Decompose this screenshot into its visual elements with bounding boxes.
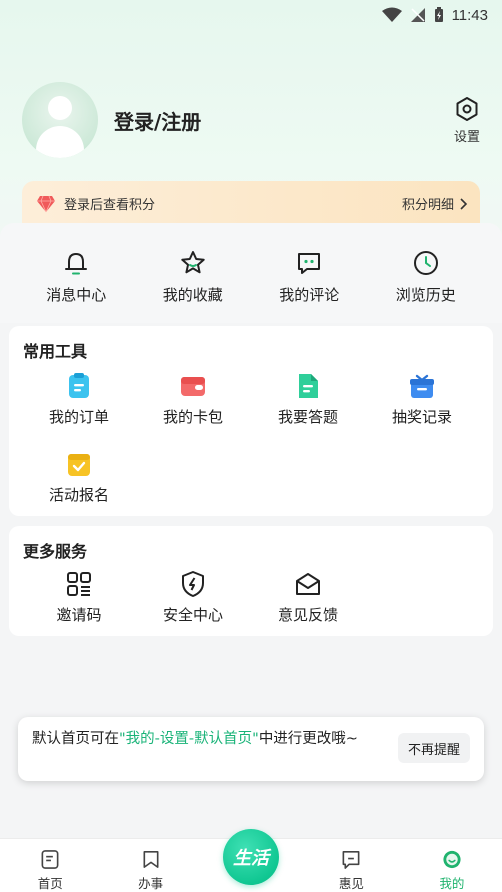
profile-section[interactable]: 登录/注册 <box>22 82 201 158</box>
services-card: 更多服务 邀请码 安全中心 意见反馈 <box>9 526 493 636</box>
wifi-icon <box>381 7 402 22</box>
bell-icon <box>65 253 88 275</box>
tool-item-label: 活动报名 <box>48 486 109 504</box>
tip-text-after: 中进行更改哦~ <box>258 731 358 747</box>
quick-actions: 消息中心 我的收藏 我的评论 浏览历史 <box>0 223 502 323</box>
envelope-icon <box>296 573 320 595</box>
tab-home[interactable]: 首页 <box>0 839 100 892</box>
settings-label: 设置 <box>453 130 480 145</box>
quick-item-history[interactable]: 浏览历史 <box>368 249 485 323</box>
points-detail-link[interactable]: 积分明细 <box>402 194 468 213</box>
grid-icon <box>67 572 91 596</box>
tab-life[interactable]: 生活 <box>201 829 301 892</box>
tab-services[interactable]: 办事 <box>100 839 200 892</box>
signal-icon <box>410 8 425 22</box>
diamond-icon <box>37 195 55 212</box>
quick-item-label: 我的收藏 <box>162 286 223 304</box>
chat-icon <box>342 851 360 869</box>
clock-icon <box>413 251 438 275</box>
service-item-label: 邀请码 <box>56 606 102 624</box>
home-doc-icon <box>41 850 59 869</box>
tab-mine[interactable]: 我的 <box>402 839 502 892</box>
quick-item-label: 消息中心 <box>46 286 107 304</box>
quick-item-favorites[interactable]: 我的收藏 <box>135 249 252 323</box>
tool-item-label: 我的订单 <box>48 408 109 426</box>
bottom-tabbar: 首页 办事 生活 惠见 我的 <box>0 829 502 892</box>
tool-item-wallet[interactable]: 我的卡包 <box>135 372 251 427</box>
tool-item-label: 我要答题 <box>277 408 338 426</box>
gear-icon <box>456 97 478 121</box>
points-hint: 登录后查看积分 <box>64 198 156 213</box>
wallet-icon <box>181 377 205 396</box>
shield-icon <box>182 571 204 597</box>
service-item-label: 意见反馈 <box>277 606 338 624</box>
tab-label: 惠见 <box>338 876 364 891</box>
points-detail-label: 积分明细 <box>401 198 454 213</box>
tip-text-highlight: "我的-设置-默认首页" <box>119 731 259 747</box>
tab-deals[interactable]: 惠见 <box>301 839 401 892</box>
avatar[interactable] <box>22 82 98 158</box>
tool-item-label: 抽奖记录 <box>391 408 452 426</box>
quick-item-comments[interactable]: 我的评论 <box>251 249 368 323</box>
comment-icon <box>298 253 321 274</box>
calendar-check-icon <box>68 454 90 476</box>
tool-item-quiz[interactable]: 我要答题 <box>250 372 366 427</box>
quick-item-label: 我的评论 <box>279 286 340 304</box>
document-icon <box>299 374 318 398</box>
quick-item-label: 浏览历史 <box>395 286 456 304</box>
settings-button[interactable]: 设置 <box>454 96 480 145</box>
tool-item-label: 我的卡包 <box>162 408 223 426</box>
dont-remind-button[interactable]: 不再提醒 <box>397 733 470 763</box>
tab-label: 我的 <box>439 876 465 891</box>
tip-text: 默认首页可在"我的-设置-默认首页"中进行更改哦~ <box>32 729 392 749</box>
default-home-tip: 默认首页可在"我的-设置-默认首页"中进行更改哦~ 不再提醒 <box>18 717 484 781</box>
login-register-link[interactable]: 登录/注册 <box>114 106 201 135</box>
tool-item-lottery[interactable]: 抽奖记录 <box>364 372 480 427</box>
tab-label: 首页 <box>37 876 63 891</box>
tools-card: 常用工具 我的订单 我的卡包 我要答题 抽奖记录 活动报名 <box>9 326 493 516</box>
star-icon <box>181 251 205 274</box>
status-time: 11:43 <box>451 6 488 24</box>
face-icon <box>443 850 461 869</box>
chevron-right-icon <box>460 197 468 210</box>
service-item-security[interactable]: 安全中心 <box>135 570 251 625</box>
gift-icon <box>410 374 434 398</box>
life-center-button[interactable]: 生活 <box>223 829 280 885</box>
service-item-feedback[interactable]: 意见反馈 <box>250 570 366 625</box>
tip-text-before: 默认首页可在 <box>32 731 119 747</box>
quick-item-messages[interactable]: 消息中心 <box>18 249 135 323</box>
services-title: 更多服务 <box>23 542 88 561</box>
tool-item-signup[interactable]: 活动报名 <box>21 450 137 505</box>
battery-icon <box>434 7 443 22</box>
tools-title: 常用工具 <box>23 342 88 361</box>
tab-label: 办事 <box>138 876 164 891</box>
clipboard-icon <box>69 373 89 398</box>
service-item-invite[interactable]: 邀请码 <box>21 570 137 625</box>
tool-item-orders[interactable]: 我的订单 <box>21 372 137 427</box>
status-bar: 11:43 <box>0 0 502 30</box>
bookmark-icon <box>143 851 159 868</box>
service-item-label: 安全中心 <box>162 606 223 624</box>
